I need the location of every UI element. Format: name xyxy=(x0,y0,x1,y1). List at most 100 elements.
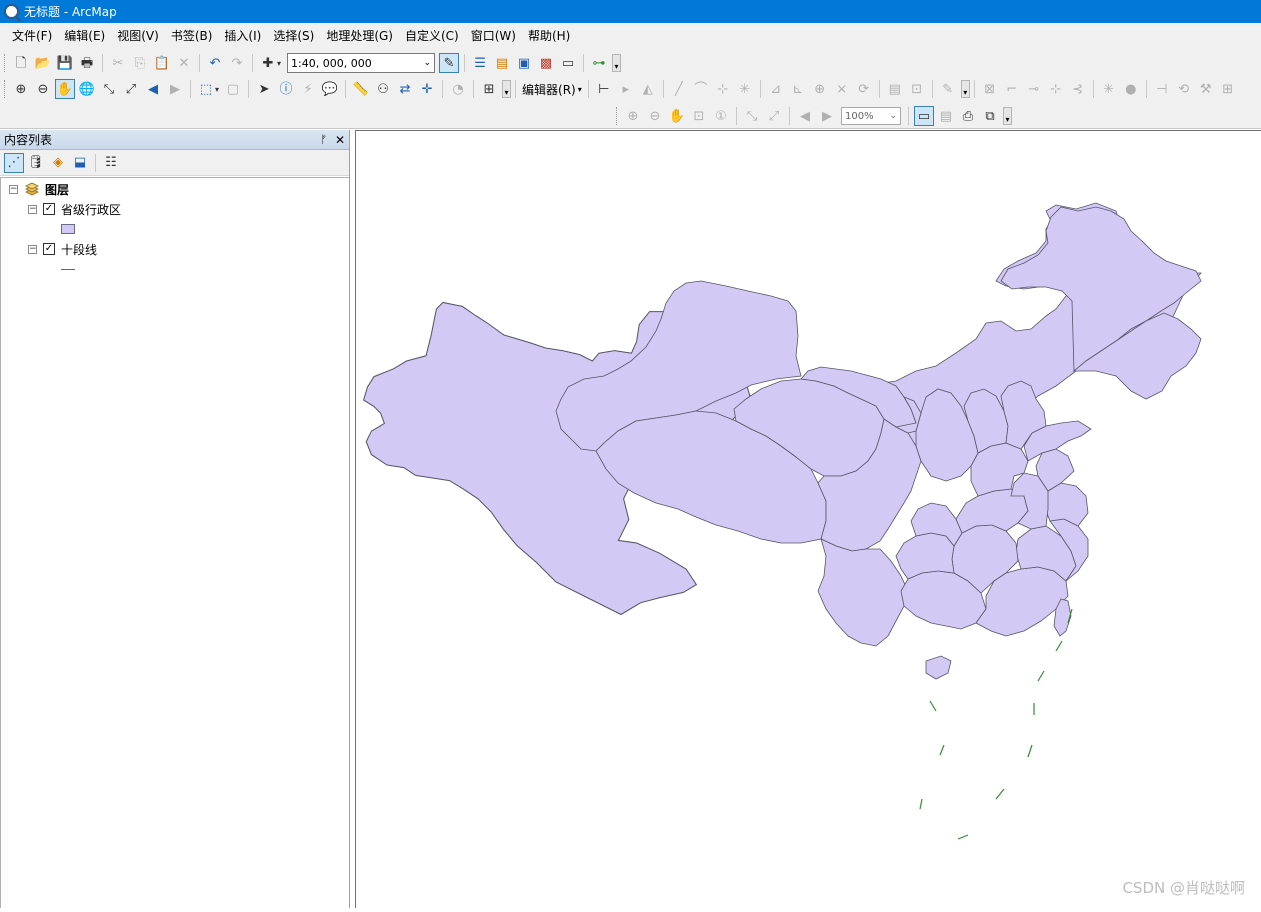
toolbar-grip[interactable] xyxy=(4,54,7,72)
list-by-selection-icon[interactable]: ⬓ xyxy=(70,153,90,173)
select-elements-arrow-icon[interactable]: ➤ xyxy=(254,79,274,99)
reshape-icon[interactable]: ⊿ xyxy=(766,79,786,99)
go-to-xy-icon[interactable]: ✛ xyxy=(417,79,437,99)
toolbar-grip[interactable] xyxy=(4,80,7,98)
measure-icon[interactable]: 📏 xyxy=(351,79,371,99)
attributes-icon[interactable]: ▤ xyxy=(885,79,905,99)
hyperlink-icon[interactable]: ⚡ xyxy=(298,79,318,99)
menu-help[interactable]: 帮助(H) xyxy=(522,25,576,47)
rotate-icon[interactable]: ⟳ xyxy=(854,79,874,99)
layer-visibility-checkbox[interactable]: ✓ xyxy=(43,203,55,215)
paste-icon[interactable]: 📋 xyxy=(152,53,172,73)
back-arrow-icon[interactable]: ◀ xyxy=(143,79,163,99)
validate-topology-icon[interactable]: ✳ xyxy=(1099,79,1119,99)
sketch-properties-icon[interactable]: ⊡ xyxy=(907,79,927,99)
fixed-zoom-out-layout-icon[interactable]: ⤢ xyxy=(764,106,784,126)
collapse-icon[interactable]: − xyxy=(28,244,37,254)
fix-topology-icon[interactable]: ⊣ xyxy=(1152,79,1172,99)
map-canvas[interactable] xyxy=(356,131,1261,909)
cut-polygon-icon[interactable]: ⊾ xyxy=(788,79,808,99)
toolbar-grip[interactable] xyxy=(616,107,619,125)
layout-zoom-in-icon[interactable]: ⊕ xyxy=(623,106,643,126)
menu-edit[interactable]: 编辑(E) xyxy=(58,25,111,47)
fixed-zoom-in-layout-icon[interactable]: ⤡ xyxy=(742,106,762,126)
line-split-icon[interactable]: ⨯ xyxy=(832,79,852,99)
add-data-icon[interactable]: ✚ xyxy=(258,53,278,73)
delete-icon[interactable]: ✕ xyxy=(174,53,194,73)
point-tool-icon[interactable]: ⊹ xyxy=(713,79,733,99)
menu-customize[interactable]: 自定义(C) xyxy=(399,25,465,47)
generalize-icon[interactable]: ⊰ xyxy=(1068,79,1088,99)
line-symbol-swatch[interactable] xyxy=(61,269,75,270)
error-inspector-icon[interactable]: ● xyxy=(1121,79,1141,99)
select-features-icon[interactable]: ⬚ xyxy=(196,79,216,99)
list-by-source-icon[interactable]: 🛢 xyxy=(26,153,46,173)
edit-annotation-icon[interactable]: ▸ xyxy=(616,79,636,99)
pan-hand-icon[interactable]: ✋ xyxy=(55,79,75,99)
layer-visibility-checkbox[interactable]: ✓ xyxy=(43,243,55,255)
python-window-icon[interactable]: ▭ xyxy=(558,53,578,73)
menu-view[interactable]: 视图(V) xyxy=(111,25,165,47)
list-by-drawing-order-icon[interactable]: ⋰ xyxy=(4,152,24,173)
data-driven-pages-icon[interactable]: ⧉ xyxy=(980,106,1000,126)
table-of-contents-icon[interactable]: ☰ xyxy=(470,53,490,73)
change-layout-icon[interactable]: ⎙ xyxy=(958,106,978,126)
copy-icon[interactable]: ⎘ xyxy=(130,53,150,73)
edit-vertices-icon[interactable]: ◭ xyxy=(638,79,658,99)
html-popup-icon[interactable]: 💬 xyxy=(320,79,340,99)
arctoolbox-icon[interactable]: ▩ xyxy=(536,53,556,73)
layout-back-icon[interactable]: ◀ xyxy=(795,106,815,126)
collapse-icon[interactable]: − xyxy=(28,204,37,214)
create-features-icon[interactable]: ✎ xyxy=(938,79,958,99)
identify-icon[interactable]: ⓘ xyxy=(276,79,296,99)
select-features-dropdown-icon[interactable]: ▾ xyxy=(215,85,219,94)
full-extent-globe-icon[interactable]: 🌐 xyxy=(77,79,97,99)
fixed-zoom-out-icon[interactable]: ⤢ xyxy=(121,79,141,99)
split-icon[interactable]: ⊕ xyxy=(810,79,830,99)
menu-geoprocessing[interactable]: 地理处理(G) xyxy=(320,25,399,47)
layers-root-row[interactable]: − 图层 xyxy=(9,180,69,198)
create-viewer-window-icon[interactable]: ⊞ xyxy=(479,79,499,99)
time-slider-icon[interactable]: ◔ xyxy=(448,79,468,99)
collapse-icon[interactable]: − xyxy=(9,184,18,194)
topology-settings-icon[interactable]: ⊞ xyxy=(1218,79,1238,99)
focus-data-frame-icon[interactable]: ▤ xyxy=(936,106,956,126)
list-by-visibility-icon[interactable]: ◈ xyxy=(48,153,68,173)
straight-segment-icon[interactable]: ╱ xyxy=(669,79,689,99)
zoom-out-icon[interactable]: ⊖ xyxy=(33,79,53,99)
layer-row-provinces[interactable]: − ✓ 省级行政区 xyxy=(28,200,121,218)
menu-file[interactable]: 文件(F) xyxy=(6,25,58,47)
midpoint-icon[interactable]: ✳ xyxy=(735,79,755,99)
find-route-icon[interactable]: ⇄ xyxy=(395,79,415,99)
layout-zoom-select[interactable]: 100% ⌄ xyxy=(841,107,901,125)
arc-segment-icon[interactable]: ⌒ xyxy=(691,79,711,99)
forward-arrow-icon[interactable]: ▶ xyxy=(165,79,185,99)
menu-bookmarks[interactable]: 书签(B) xyxy=(165,25,219,47)
map-display[interactable]: CSDN @肖哒哒啊 xyxy=(355,130,1261,908)
align-edge-icon[interactable]: ⊸ xyxy=(1024,79,1044,99)
add-data-dropdown-icon[interactable]: ▾ xyxy=(277,59,281,68)
toggle-draft-mode-icon[interactable]: ▭ xyxy=(914,106,934,126)
modelbuilder-icon[interactable]: ⊶ xyxy=(589,53,609,73)
toolbar-overflow-icon[interactable]: ▾ xyxy=(502,80,512,98)
search-window-icon[interactable]: ▣ xyxy=(514,53,534,73)
modify-edge-icon[interactable]: ⌐ xyxy=(1002,79,1022,99)
layer-row-ten-dash-line[interactable]: − ✓ 十段线 xyxy=(28,240,97,258)
redo-icon[interactable]: ↷ xyxy=(227,53,247,73)
topology-edit-icon[interactable]: ⊠ xyxy=(980,79,1000,99)
build-topology-icon[interactable]: ⟲ xyxy=(1174,79,1194,99)
zoom-in-icon[interactable]: ⊕ xyxy=(11,79,31,99)
menu-selection[interactable]: 选择(S) xyxy=(267,25,320,47)
save-icon[interactable]: 💾 xyxy=(55,53,75,73)
editor-toolbar-icon[interactable]: ✎ xyxy=(439,53,460,73)
pin-icon[interactable]: ᚠ xyxy=(320,133,327,147)
clear-selection-icon[interactable]: ▢ xyxy=(223,79,243,99)
print-icon[interactable]: 🖶 xyxy=(77,53,97,73)
catalog-icon[interactable]: ▤ xyxy=(492,53,512,73)
find-binoculars-icon[interactable]: ⚇ xyxy=(373,79,393,99)
topology-rules-icon[interactable]: ⚒ xyxy=(1196,79,1216,99)
open-folder-icon[interactable]: 📂 xyxy=(33,53,53,73)
cut-icon[interactable]: ✂ xyxy=(108,53,128,73)
zoom-100-icon[interactable]: ① xyxy=(711,106,731,126)
fixed-zoom-in-icon[interactable]: ⤡ xyxy=(99,79,119,99)
